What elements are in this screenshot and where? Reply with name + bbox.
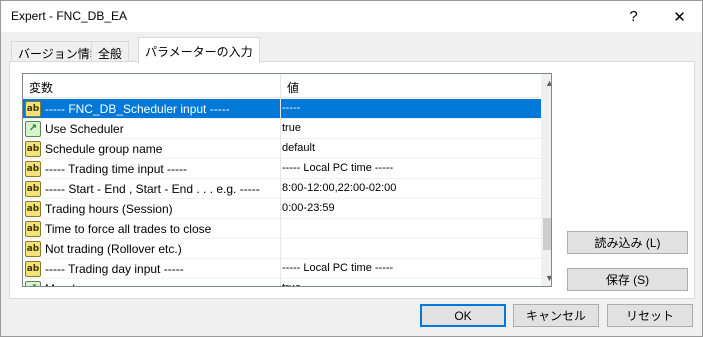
cancel-button[interactable]: キャンセル [513, 304, 599, 327]
table-row[interactable]: ab Time to force all trades to close [23, 219, 541, 239]
parameter-value[interactable]: ----- Local PC time ----- [282, 262, 393, 274]
reset-button[interactable]: リセット [607, 304, 693, 327]
table-row[interactable]: ab ----- FNC_DB_Scheduler input ----- ----… [23, 99, 541, 119]
row-name-cell: ab ----- FNC_DB_Scheduler input ----- [23, 99, 281, 119]
title-bar: Expert - FNC_DB_EA ? ✕ [1, 1, 702, 32]
row-name-cell: ab Time to force all trades to close [23, 219, 281, 239]
tab-bar: バージョン情報 全般 パラメーターの入力 [1, 32, 702, 63]
table-row[interactable]: ↗ Use Scheduler true [23, 119, 541, 139]
string-ab-icon: ab [25, 101, 41, 117]
parameter-value[interactable]: ----- Local PC time ----- [282, 162, 393, 174]
string-ab-icon: ab [25, 181, 41, 197]
table-row[interactable]: ab ----- Trading time input ----- ----- Lo… [23, 159, 541, 179]
load-button[interactable]: 読み込み (L) [567, 231, 688, 254]
table-row[interactable]: ab ----- Trading day input ----- ----- Loc… [23, 259, 541, 279]
parameter-name: ----- Trading day input ----- [45, 262, 184, 276]
close-button[interactable]: ✕ [657, 1, 702, 32]
parameter-name: ----- Start - End , Start - End . . . e.… [45, 182, 260, 196]
parameter-value[interactable]: default [282, 142, 315, 154]
table-row[interactable]: ab Not trading (Rollover etc.) [23, 239, 541, 259]
parameter-name: Use Scheduler [45, 122, 124, 136]
parameter-name: Trading hours (Session) [45, 202, 173, 216]
scrollbar-thumb[interactable] [543, 218, 551, 250]
table-row[interactable]: ab ----- Start - End , Start - End . . . … [23, 179, 541, 199]
save-button[interactable]: 保存 (S) [567, 268, 688, 291]
string-ab-icon: ab [25, 261, 41, 277]
parameter-value[interactable]: 8:00-12:00,22:00-02:00 [282, 182, 396, 194]
ok-button[interactable]: OK [420, 304, 506, 327]
parameters-table: 変数 値 ab ----- FNC_DB_Scheduler input ----… [22, 73, 552, 287]
table-body: ab ----- FNC_DB_Scheduler input ----- ----… [23, 99, 541, 286]
table-row[interactable]: ab Trading hours (Session) 0:00-23:59 [23, 199, 541, 219]
window-title: Expert - FNC_DB_EA [11, 9, 128, 23]
parameter-value[interactable]: true [282, 282, 301, 286]
row-name-cell: ab ----- Trading day input ----- [23, 259, 281, 279]
boolean-chart-icon: ↗ [25, 121, 41, 137]
table-header: 変数 値 [23, 74, 541, 98]
row-name-cell: ab Schedule group name [23, 139, 281, 159]
column-header-variable[interactable]: 変数 [23, 74, 281, 98]
string-ab-icon: ab [25, 141, 41, 157]
tab-input-parameters[interactable]: パラメーターの入力 [138, 37, 260, 63]
string-ab-icon: ab [25, 161, 41, 177]
row-name-cell: ↗ Monday [23, 279, 281, 286]
row-name-cell: ↗ Use Scheduler [23, 119, 281, 139]
parameter-value[interactable]: true [282, 122, 301, 134]
scroll-up-icon[interactable]: ▲ [541, 74, 551, 91]
parameter-name: Not trading (Rollover etc.) [45, 242, 182, 256]
row-name-cell: ab Not trading (Rollover etc.) [23, 239, 281, 259]
parameter-name: ----- FNC_DB_Scheduler input ----- [45, 102, 230, 116]
string-ab-icon: ab [25, 221, 41, 237]
parameter-name: Monday [45, 282, 88, 286]
string-ab-icon: ab [25, 201, 41, 217]
boolean-chart-icon: ↗ [25, 281, 41, 286]
string-ab-icon: ab [25, 241, 41, 257]
scroll-down-icon[interactable]: ▼ [541, 269, 551, 286]
column-header-value[interactable]: 値 [281, 74, 541, 98]
tab-general[interactable]: 全般 [91, 41, 130, 62]
help-button[interactable]: ? [611, 1, 656, 32]
expert-dialog: Expert - FNC_DB_EA ? ✕ バージョン情報 全般 パラメーター… [0, 0, 703, 337]
row-name-cell: ab Trading hours (Session) [23, 199, 281, 219]
parameter-value[interactable]: 0:00-23:59 [282, 202, 335, 214]
parameter-value[interactable]: ----- [282, 102, 300, 114]
parameter-name: Time to force all trades to close [45, 222, 212, 236]
table-row[interactable]: ↗ Monday true [23, 279, 541, 286]
row-name-cell: ab ----- Trading time input ----- [23, 159, 281, 179]
vertical-scrollbar[interactable]: ▲ ▼ [541, 74, 551, 286]
parameter-name: Schedule group name [45, 142, 163, 156]
row-name-cell: ab ----- Start - End , Start - End . . . … [23, 179, 281, 199]
parameter-name: ----- Trading time input ----- [45, 162, 188, 176]
table-row[interactable]: ab Schedule group name default [23, 139, 541, 159]
parameters-panel: 変数 値 ab ----- FNC_DB_Scheduler input ----… [9, 61, 695, 299]
